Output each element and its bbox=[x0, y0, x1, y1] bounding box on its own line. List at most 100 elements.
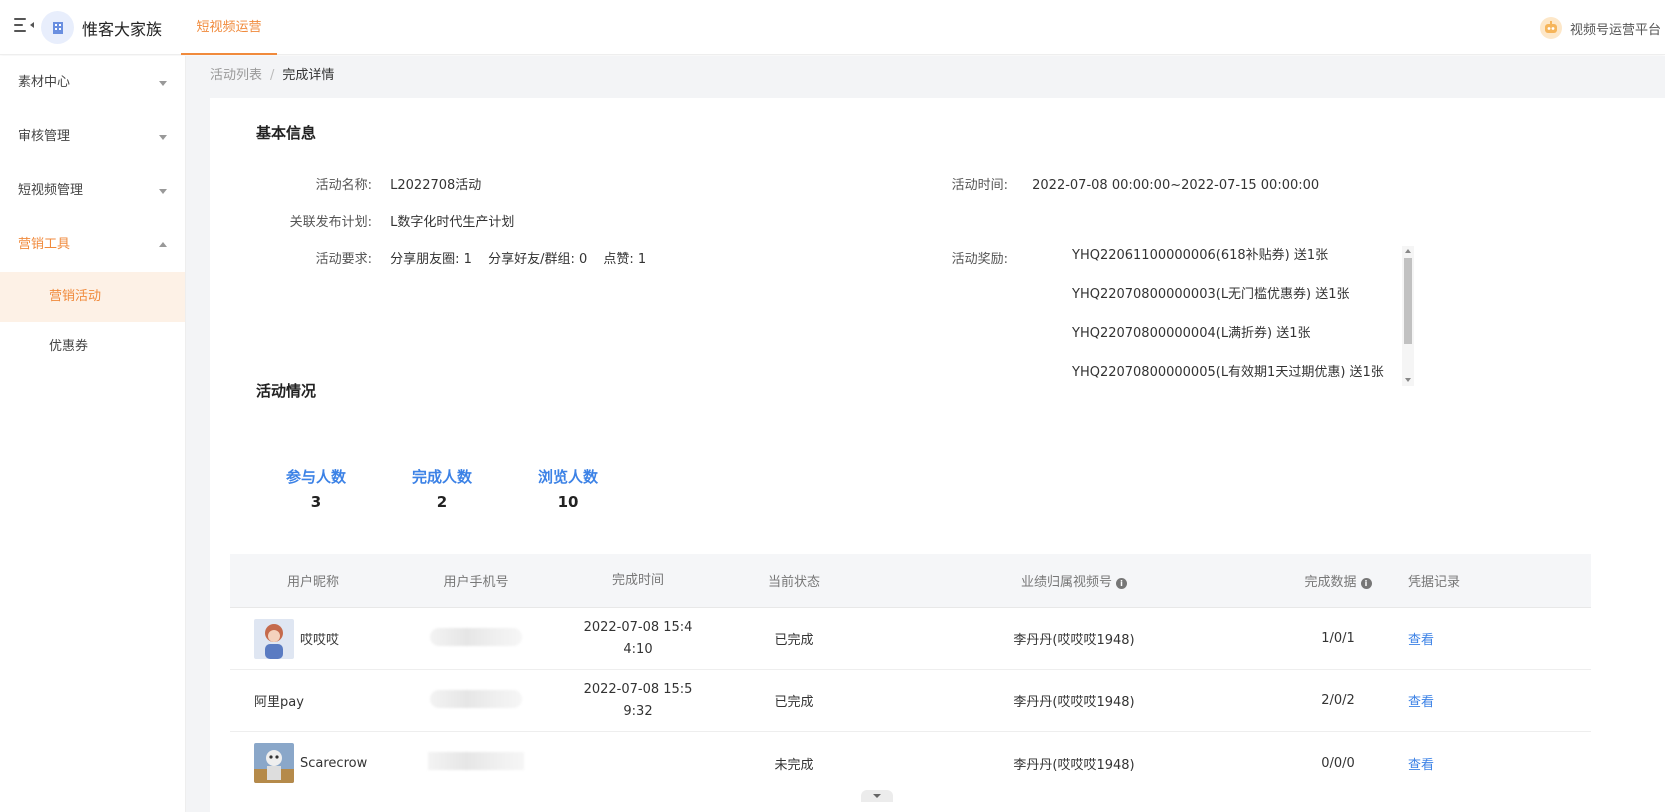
sidebar-item-label: 短视频管理 bbox=[18, 183, 84, 198]
info-icon[interactable]: i bbox=[1360, 578, 1372, 589]
stat-label: 浏览人数 bbox=[537, 468, 598, 486]
chevron-down-icon bbox=[159, 81, 167, 86]
completion-data: 2/0/2 bbox=[1321, 693, 1355, 708]
sidebar: 素材中心 审核管理 短视频管理 营销工具 营销活动 优惠券 bbox=[0, 56, 186, 812]
user-nickname: Scarecrow bbox=[300, 755, 368, 771]
reward-scrollbar[interactable] bbox=[1402, 246, 1414, 386]
app-name: 惟客大家族 bbox=[82, 20, 163, 39]
user-phone-masked bbox=[396, 689, 556, 712]
sidebar-subitem-marketing-activity[interactable]: 营销活动 bbox=[0, 272, 185, 322]
user-phone-masked bbox=[396, 627, 556, 650]
user-nickname: 阿里pay bbox=[254, 695, 304, 710]
reward-item: YHQ22070800000005(L有效期1天过期优惠) 送1张 bbox=[1072, 365, 1384, 380]
building-logo-icon bbox=[41, 11, 74, 44]
platform-label: 视频号运营平台 bbox=[1569, 22, 1661, 38]
view-record-link[interactable]: 查看 bbox=[1408, 695, 1434, 710]
requirement-label: 活动要求: bbox=[315, 252, 372, 267]
completion-table: 用户昵称 用户手机号 完成时间 当前状态 业绩归属视频号 i 完成数据 i 凭据记录… bbox=[230, 554, 1591, 802]
scroll-thumb[interactable] bbox=[1404, 258, 1412, 344]
info-icon[interactable]: i bbox=[1116, 578, 1127, 589]
col-header-record: 凭据记录 bbox=[1408, 575, 1461, 590]
user-cell: 阿里pay bbox=[230, 691, 396, 710]
platform-switch[interactable]: 视频号运营平台 bbox=[1539, 17, 1661, 39]
sidebar-item-label: 素材中心 bbox=[18, 75, 71, 90]
breadcrumb-parent-link[interactable]: 活动列表 bbox=[210, 68, 262, 83]
table-row: Scarecrow 未完成 李丹丹(哎哎哎1948) 0/0/0 查看 bbox=[230, 732, 1591, 802]
activity-name-row: 活动名称: L2022708活动 bbox=[256, 174, 482, 193]
sidebar-item-label: 审核管理 bbox=[18, 129, 71, 144]
sidebar-item-material-center[interactable]: 素材中心 bbox=[0, 56, 185, 110]
chevron-down-icon bbox=[159, 189, 167, 194]
col-header-data: 完成数据 i bbox=[1280, 571, 1396, 590]
sidebar-item-review[interactable]: 审核管理 bbox=[0, 110, 185, 164]
reward-item: YHQ22070800000003(L无门槛优惠券) 送1张 bbox=[1072, 287, 1350, 302]
chevron-down-icon bbox=[159, 135, 167, 140]
stat-participants: 参与人数 3 bbox=[276, 466, 356, 511]
channel: 李丹丹(哎哎哎1948) bbox=[1013, 695, 1135, 710]
chevron-up-icon bbox=[159, 242, 167, 247]
main-content: 活动列表 / 完成详情 基本信息 活动名称: L2022708活动 关联发布计划: … bbox=[186, 56, 1665, 812]
scroll-up-icon[interactable] bbox=[1405, 249, 1411, 253]
table-row: 阿里pay 2022-07-08 15:5 9:32 已完成 李丹丹(哎哎哎194… bbox=[230, 670, 1591, 732]
table-row: 哎哎哎 2022-07-08 15:4 4:10 已完成 李丹丹(哎哎哎1948)… bbox=[230, 608, 1591, 670]
time-line: 2022-07-08 15:5 bbox=[583, 681, 693, 697]
time-line: 2022-07-08 15:4 bbox=[583, 619, 693, 635]
activity-name-value: L2022708活动 bbox=[390, 178, 482, 193]
completion-time: 2022-07-08 15:5 9:32 bbox=[556, 679, 720, 723]
requirement-likes: 点赞: 1 bbox=[603, 252, 647, 267]
sidebar-item-marketing-tools[interactable]: 营销工具 bbox=[0, 218, 185, 272]
view-record-link[interactable]: 查看 bbox=[1408, 758, 1434, 773]
completion-data: 0/0/0 bbox=[1321, 755, 1355, 771]
user-nickname: 哎哎哎 bbox=[300, 633, 340, 648]
reward-label-row: 活动奖励: bbox=[920, 248, 1008, 267]
tab-short-video-ops[interactable]: 短视频运营 bbox=[181, 0, 277, 55]
activity-time-label: 活动时间: bbox=[951, 178, 1008, 193]
completion-time: 2022-07-08 15:4 4:10 bbox=[556, 617, 720, 661]
reward-list[interactable]: YHQ22061100000006(618补贴券) 送1张 YHQ2207080… bbox=[1072, 246, 1414, 386]
status: 已完成 bbox=[774, 633, 814, 648]
menu-toggle-icon[interactable] bbox=[14, 18, 34, 32]
activity-time-row: 活动时间: 2022-07-08 00:00:00~2022-07-15 00:… bbox=[920, 174, 1320, 193]
requirement-share-friends: 分享好友/群组: 0 bbox=[488, 252, 588, 267]
avatar bbox=[254, 618, 294, 659]
breadcrumb-current: 完成详情 bbox=[282, 68, 335, 83]
time-line: 9:32 bbox=[623, 703, 653, 719]
col-header-time: 完成时间 bbox=[611, 572, 664, 588]
table-header: 用户昵称 用户手机号 完成时间 当前状态 业绩归属视频号 i 完成数据 i 凭据记录 bbox=[230, 554, 1591, 608]
reward-item: YHQ22070800000004(L满折券) 送1张 bbox=[1072, 326, 1311, 341]
view-record-link[interactable]: 查看 bbox=[1408, 633, 1434, 648]
completion-data: 1/0/1 bbox=[1321, 631, 1355, 646]
related-plan-value: L数字化时代生产计划 bbox=[390, 215, 515, 230]
stat-label: 完成人数 bbox=[411, 468, 472, 486]
activity-name-label: 活动名称: bbox=[315, 178, 372, 193]
sidebar-item-label: 营销工具 bbox=[18, 237, 71, 252]
breadcrumb: 活动列表 / 完成详情 bbox=[210, 64, 334, 83]
robot-icon bbox=[1539, 17, 1562, 39]
channel: 李丹丹(哎哎哎1948) bbox=[1013, 757, 1135, 773]
sidebar-subitem-coupon[interactable]: 优惠券 bbox=[0, 322, 185, 372]
status: 未完成 bbox=[774, 757, 814, 773]
top-bar: 惟客大家族 短视频运营 视频号运营平台 bbox=[0, 0, 1665, 55]
requirement-share-moments: 分享朋友圈: 1 bbox=[390, 252, 472, 267]
user-cell: Scarecrow bbox=[230, 743, 396, 783]
sidebar-item-video-management[interactable]: 短视频管理 bbox=[0, 164, 185, 218]
stat-views: 浏览人数 10 bbox=[528, 466, 608, 511]
activity-time-value: 2022-07-08 00:00:00~2022-07-15 00:00:00 bbox=[1032, 178, 1320, 193]
stat-value: 2 bbox=[436, 493, 448, 511]
scroll-down-handle[interactable] bbox=[861, 790, 893, 802]
stat-completed: 完成人数 2 bbox=[402, 466, 482, 511]
col-header-phone: 用户手机号 bbox=[443, 575, 509, 590]
col-header-status: 当前状态 bbox=[767, 575, 820, 590]
scroll-down-icon[interactable] bbox=[1405, 378, 1411, 382]
requirement-row: 活动要求: 分享朋友圈: 1 分享好友/群组: 0 点赞: 1 bbox=[256, 248, 658, 267]
stat-label: 参与人数 bbox=[285, 468, 346, 486]
breadcrumb-separator: / bbox=[270, 68, 275, 83]
stat-value: 3 bbox=[310, 493, 322, 511]
user-cell: 哎哎哎 bbox=[230, 618, 396, 659]
stat-value: 10 bbox=[557, 493, 579, 511]
related-plan-row: 关联发布计划: L数字化时代生产计划 bbox=[256, 211, 515, 230]
col-header-nickname: 用户昵称 bbox=[286, 575, 339, 590]
avatar bbox=[254, 743, 294, 783]
col-header-data-label: 完成数据 bbox=[1304, 575, 1357, 590]
status: 已完成 bbox=[774, 695, 814, 710]
